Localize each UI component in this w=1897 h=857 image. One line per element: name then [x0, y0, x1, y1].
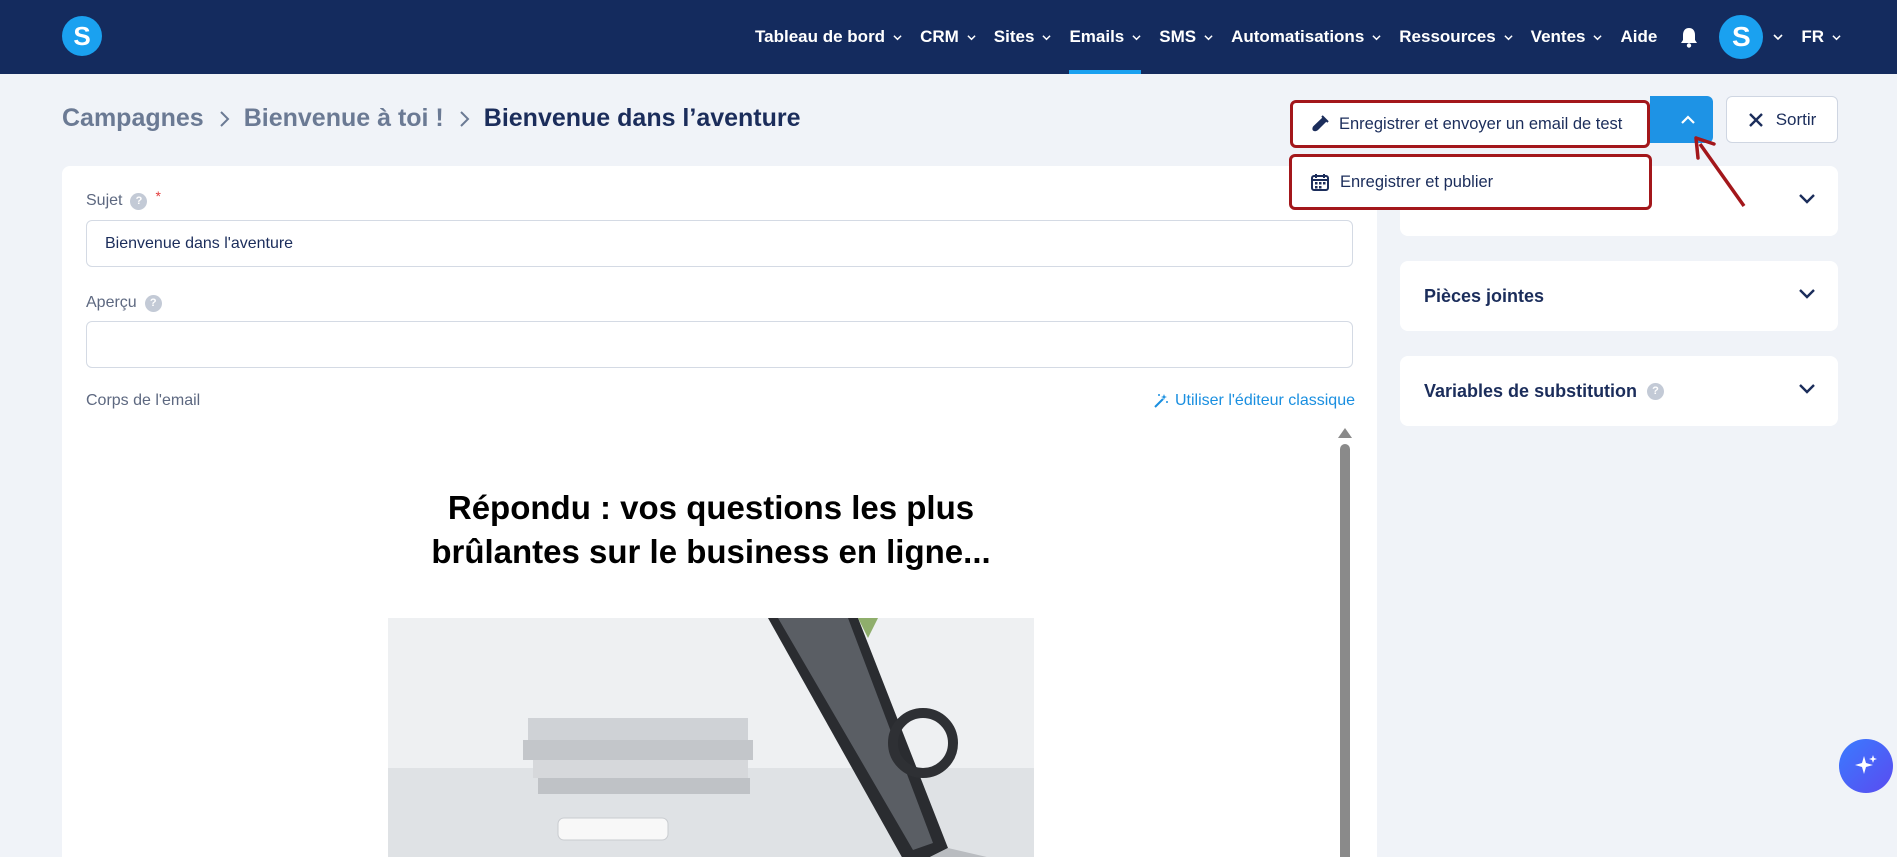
chevron-down-icon: [967, 34, 976, 40]
save-and-publish-label: Enregistrer et publier: [1340, 172, 1494, 191]
save-button-edge[interactable]: [1650, 96, 1662, 143]
nav-item-ventes[interactable]: Ventes: [1531, 0, 1603, 74]
language-selector[interactable]: FR: [1801, 0, 1841, 74]
chevron-right-icon: [460, 110, 470, 127]
body-label: Corps de l'email: [86, 392, 200, 410]
email-hero-image: [388, 618, 1034, 857]
nav-item-label: Sites: [993, 27, 1035, 46]
sparkle-icon: [1855, 755, 1877, 774]
nav-item-sms[interactable]: SMS: [1159, 0, 1213, 74]
nav-item-label: Aide: [1620, 27, 1658, 46]
scroll-up-arrow-icon[interactable]: [1336, 426, 1354, 440]
account-menu-toggle[interactable]: [1773, 0, 1783, 74]
nav-item-crm[interactable]: CRM: [920, 0, 976, 74]
notifications-button[interactable]: [1679, 0, 1699, 74]
chevron-down-icon: [1832, 34, 1841, 40]
preview-input[interactable]: [86, 321, 1353, 368]
laptop-desk-photo: [388, 618, 1034, 857]
chevron-down-icon: [893, 34, 902, 40]
nav-item-tableau-de-bord[interactable]: Tableau de bord: [755, 0, 902, 74]
nav-item-label: Ressources: [1399, 27, 1496, 46]
bell-icon: [1681, 28, 1698, 48]
test-tube-icon: [1312, 115, 1329, 132]
subject-input[interactable]: Bienvenue dans l'aventure: [86, 220, 1353, 267]
classic-editor-link[interactable]: Utiliser l'éditeur classique: [1153, 392, 1355, 410]
nav-item-label: Tableau de bord: [755, 27, 886, 46]
annotation-arrow-icon: [1694, 136, 1746, 208]
chevron-down-icon: [1773, 34, 1783, 41]
close-icon: [1748, 112, 1763, 127]
exit-label: Sortir: [1775, 109, 1817, 129]
nav-item-label: CRM: [920, 27, 959, 46]
preview-label-text: Aperçu: [86, 294, 137, 311]
classic-editor-label: Utiliser l'éditeur classique: [1174, 392, 1355, 409]
save-and-send-test-button[interactable]: Enregistrer et envoyer un email de test: [1290, 100, 1650, 148]
body-label-text: Corps de l'email: [86, 392, 201, 409]
chevron-down-icon: [1593, 34, 1603, 40]
nav-item-emails[interactable]: Emails: [1069, 0, 1142, 74]
language-label: FR: [1801, 27, 1824, 46]
nav-item-sites[interactable]: Sites: [994, 0, 1052, 74]
chevron-down-icon: [1042, 34, 1052, 40]
save-and-publish-option[interactable]: Enregistrer et publier: [1289, 154, 1652, 210]
save-and-send-test-label: Enregistrer et envoyer un email de test: [1339, 114, 1623, 133]
nav-item-ressources[interactable]: Ressources: [1399, 0, 1513, 74]
email-editor-card: Sujet ? * Bienvenue dans l'aventure Aper…: [62, 166, 1377, 857]
top-navigation: S Tableau de bord CRM Sites Emails SMS A…: [0, 0, 1897, 74]
subject-label: Sujet ? *: [86, 188, 161, 210]
chevron-right-icon: [220, 110, 230, 127]
page-title: Bienvenue dans l’aventure: [483, 104, 801, 132]
help-icon[interactable]: ?: [144, 294, 162, 312]
email-heading-line: Répondu : vos questions les plus: [447, 489, 975, 526]
chevron-down-icon: [1204, 34, 1213, 40]
brand-logo[interactable]: S: [62, 16, 102, 56]
chevron-up-icon: [1680, 114, 1695, 124]
nav-item-label: Automatisations: [1231, 27, 1365, 46]
panel-title: Variables de substitution: [1424, 380, 1638, 401]
ai-assistant-button[interactable]: [1839, 739, 1893, 793]
nav-item-label: SMS: [1159, 27, 1197, 46]
magic-wand-icon: [1154, 394, 1168, 408]
calendar-icon: [1311, 174, 1329, 191]
email-body-preview[interactable]: Répondu : vos questions les plus brûlant…: [86, 424, 1344, 857]
breadcrumb-item-campagnes[interactable]: Campagnes: [62, 104, 204, 133]
required-marker: *: [155, 188, 161, 204]
panel-title: Pièces jointes: [1424, 285, 1545, 306]
help-icon[interactable]: ?: [130, 192, 148, 210]
subject-label-text: Sujet: [86, 192, 123, 209]
chevron-down-icon: [1372, 34, 1381, 40]
breadcrumb-item-campaign[interactable]: Bienvenue à toi !: [244, 104, 444, 133]
panel-substitution-variables[interactable]: Variables de substitution ?: [1400, 356, 1838, 426]
chevron-down-icon: [1799, 194, 1815, 204]
email-heading: Répondu : vos questions les plus brûlant…: [86, 486, 1336, 574]
email-heading-line: brûlantes sur le business en ligne...: [431, 533, 991, 570]
nav-item-automatisations[interactable]: Automatisations: [1231, 0, 1381, 74]
nav-menu: Tableau de bord CRM Sites Emails SMS Aut…: [737, 0, 1841, 74]
scrollbar[interactable]: [1340, 444, 1350, 857]
nav-item-label: Ventes: [1530, 27, 1586, 46]
nav-item-label: Emails: [1069, 27, 1125, 46]
nav-item-aide[interactable]: Aide: [1620, 0, 1657, 74]
chevron-down-icon: [1799, 384, 1815, 394]
chevron-down-icon: [1504, 34, 1513, 40]
chevron-down-icon: [1799, 289, 1815, 299]
preview-label: Aperçu ?: [86, 294, 162, 312]
breadcrumb: Campagnes Bienvenue à toi ! Bienvenue da…: [62, 104, 801, 133]
help-icon[interactable]: ?: [1647, 382, 1665, 400]
panel-attachments[interactable]: Pièces jointes: [1400, 261, 1838, 331]
avatar[interactable]: S: [1719, 15, 1764, 59]
chevron-down-icon: [1132, 34, 1141, 40]
